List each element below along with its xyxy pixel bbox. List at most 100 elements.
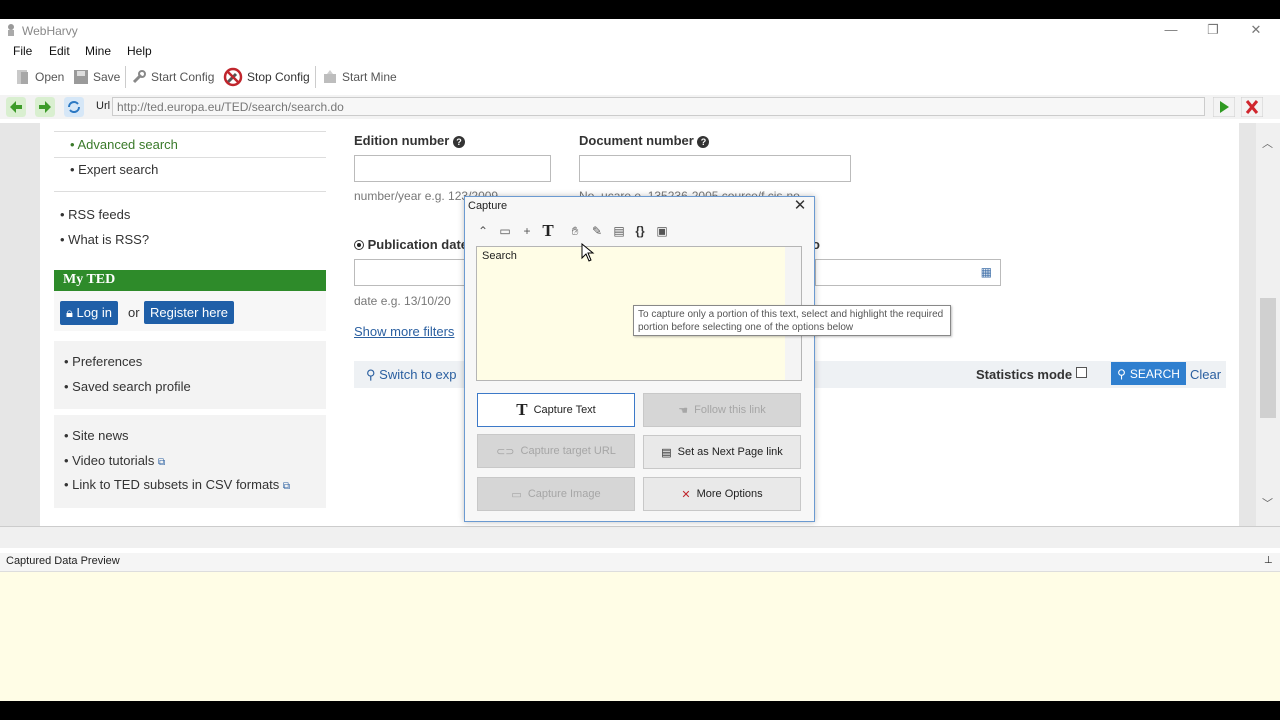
radio-selected[interactable] (354, 240, 364, 250)
pencil-icon[interactable]: ✎ (588, 223, 606, 239)
statistics-mode-label: Statistics mode (976, 367, 1073, 382)
edition-number-text: Edition number (354, 133, 450, 148)
date-to-input[interactable]: ▦ (815, 259, 1001, 286)
start-mine-button[interactable]: Start Mine (322, 66, 397, 88)
what-is-rss-label: What is RSS? (68, 232, 150, 247)
add-icon[interactable]: + (518, 223, 536, 239)
back-arrow-icon[interactable] (6, 97, 26, 117)
rss-feeds-label: RSS feeds (68, 207, 131, 222)
url-input[interactable]: http://ted.europa.eu/TED/search/search.d… (112, 97, 1205, 116)
publication-date-input[interactable] (354, 259, 469, 286)
table-icon[interactable]: ▤ (610, 223, 628, 239)
video-tutorials-link[interactable]: • Video tutorials ⧉ (64, 453, 165, 468)
capture-text-button[interactable]: T Capture Text (477, 393, 635, 427)
url-label: Url (96, 100, 111, 112)
open-label: Open (35, 70, 65, 84)
capture-image-label: Capture Image (527, 488, 601, 500)
more-options-button[interactable]: ✕ More Options (643, 477, 801, 511)
what-is-rss-link[interactable]: • What is RSS? (60, 232, 149, 247)
text-icon[interactable]: T (539, 221, 557, 240)
save-label: Save (93, 70, 121, 84)
or-text: or (128, 305, 140, 320)
menu-mine[interactable]: Mine (85, 44, 111, 58)
status-strip (0, 526, 1280, 548)
forward-arrow-icon[interactable] (35, 97, 55, 117)
html-icon[interactable]: ▭ (496, 223, 514, 239)
capture-tooltip: To capture only a portion of this text, … (633, 305, 951, 336)
braces-icon[interactable]: {} (631, 223, 649, 239)
edition-number-input[interactable] (354, 155, 551, 182)
capture-url-label: Capture target URL (520, 445, 616, 457)
open-icon (17, 70, 28, 84)
menu-file[interactable]: File (13, 44, 32, 58)
document-number-label: Document number ? (579, 133, 710, 148)
advanced-search-label: Advanced search (77, 137, 178, 152)
show-more-filters-link[interactable]: Show more filters (354, 324, 454, 339)
divider (54, 191, 326, 192)
wrench-icon (132, 70, 146, 84)
scroll-up-icon[interactable]: ︿ (1262, 135, 1273, 151)
captured-data-preview-panel (0, 571, 1280, 701)
external-link-icon: ⧉ (282, 481, 291, 492)
preferences-link[interactable]: • Preferences (64, 354, 142, 369)
register-button[interactable]: Register here (144, 301, 235, 324)
help-icon[interactable]: ? (697, 136, 710, 148)
publication-date-option[interactable]: Publication date (354, 237, 468, 252)
search-icon: ⚲ (1117, 366, 1126, 381)
open-button[interactable]: Open (15, 66, 64, 88)
document-number-text: Document number (579, 133, 694, 148)
title-bar (0, 19, 1280, 41)
document-number-input[interactable] (579, 155, 851, 182)
switch-expert-label: Switch to exp (379, 367, 457, 382)
restore-button[interactable]: ❐ (1198, 20, 1228, 40)
refresh-icon[interactable] (64, 97, 84, 117)
stop-config-button[interactable]: Stop Config (223, 66, 310, 88)
mouse-pointer-icon (581, 243, 595, 262)
login-label: Log in (76, 305, 112, 320)
binoculars-icon: ⚲ (366, 367, 376, 382)
more-options-label: More Options (696, 488, 763, 500)
scroll-down-icon[interactable]: ﹀ (1262, 495, 1273, 511)
menu-edit[interactable]: Edit (49, 44, 70, 58)
advanced-search-link[interactable]: • Advanced search (70, 137, 178, 152)
saved-search-profile-link[interactable]: • Saved search profile (64, 379, 191, 394)
expert-search-link[interactable]: • Expert search (70, 162, 158, 177)
help-icon[interactable]: ? (452, 136, 465, 148)
hand-icon[interactable]: ✋︎ (566, 223, 584, 239)
follow-link-button[interactable]: ☚ Follow this link (643, 393, 801, 427)
saved-search-profile-label: Saved search profile (72, 379, 191, 394)
pin-icon[interactable]: ⊥ (1264, 555, 1273, 566)
start-mine-label: Start Mine (342, 70, 397, 84)
minimize-button[interactable]: — (1156, 20, 1186, 40)
csv-subsets-label: Link to TED subsets in CSV formats (72, 477, 280, 492)
menu-help[interactable]: Help (127, 44, 152, 58)
rss-feeds-link[interactable]: • RSS feeds (60, 207, 130, 222)
set-next-page-button[interactable]: ▤ Set as Next Page link (643, 435, 801, 469)
csv-subsets-link[interactable]: • Link to TED subsets in CSV formats ⧉ (64, 477, 290, 492)
search-button[interactable]: ⚲ SEARCH (1111, 362, 1186, 385)
divider (54, 157, 326, 158)
edition-number-label: Edition number ? (354, 133, 465, 148)
go-play-icon[interactable] (1213, 97, 1235, 117)
statistics-mode-checkbox[interactable] (1076, 367, 1087, 378)
menu-bar (0, 42, 1280, 62)
start-config-button[interactable]: Start Config (131, 66, 214, 88)
image-icon: ▭ (511, 488, 522, 501)
stop-x-icon[interactable] (1241, 97, 1263, 117)
scrollbar-thumb[interactable] (1260, 298, 1276, 418)
capture-dialog-close-button[interactable]: ✕ (792, 198, 808, 214)
captured-data-preview-title: Captured Data Preview (6, 555, 120, 567)
close-window-button[interactable]: ✕ (1241, 20, 1271, 40)
stop-config-icon (223, 67, 243, 87)
capture-image-button[interactable]: ▭ Capture Image (477, 477, 635, 511)
browser-scrollbar[interactable]: ︿ ﹀ (1256, 123, 1280, 526)
save-button[interactable]: Save (73, 66, 120, 88)
capture-target-url-button[interactable]: ⊂⊃ Capture target URL (477, 434, 635, 468)
login-button[interactable]: 🔒︎ Log in (60, 301, 118, 325)
clear-link[interactable]: Clear (1190, 367, 1221, 382)
expand-collapse-icon[interactable]: ⌃ (474, 223, 492, 239)
window-icon[interactable]: ▣ (653, 223, 671, 239)
switch-expert-link[interactable]: ⚲ Switch to exp (366, 367, 456, 383)
calendar-icon[interactable]: ▦ (981, 265, 992, 279)
site-news-link[interactable]: • Site news (64, 428, 129, 443)
